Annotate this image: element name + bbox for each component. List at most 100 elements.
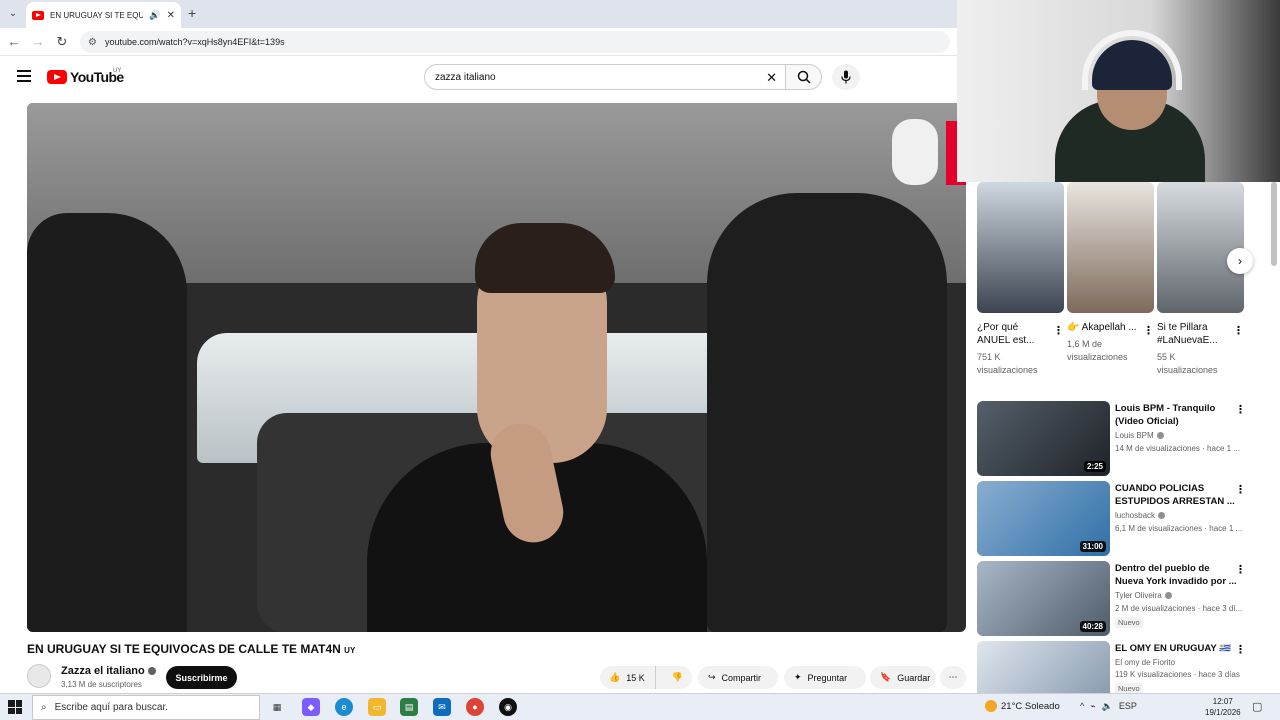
recommendation-item[interactable]: EL OMY EN URUGUAY 🇺🇾 El omy de Fiorito 1… — [977, 641, 1257, 693]
recommendation-thumbnail[interactable]: 31:00 — [977, 481, 1110, 556]
recommendation-thumbnail[interactable] — [977, 641, 1110, 693]
taskbar-clock[interactable]: 12:07 19/1/2026 — [1205, 696, 1241, 718]
like-button[interactable]: 👍 15 K — [600, 666, 657, 689]
save-button[interactable]: 🔖 Guardar — [870, 666, 936, 689]
new-tab-button[interactable]: + — [188, 5, 196, 21]
windows-start-icon[interactable] — [8, 700, 22, 714]
recommendation-title[interactable]: Dentro del pueblo de Nueva York invadido… — [1115, 562, 1237, 588]
short-thumbnail[interactable] — [1157, 182, 1244, 313]
recommendation-item[interactable]: 31:00 CUANDO POLICIAS ESTUPIDOS ARRESTAN… — [977, 481, 1257, 557]
site-info-icon[interactable]: ⚙ — [88, 37, 97, 48]
shorts-shelf: ¿Por qué ANUEL est... 751 K visualizacio… — [977, 182, 1267, 382]
dislike-button[interactable]: 👎 — [662, 672, 692, 683]
recommendation-thumbnail[interactable]: 40:28 — [977, 561, 1110, 636]
page-scrollbar[interactable] — [1271, 182, 1277, 266]
more-vert-icon[interactable]: ⋮ — [1235, 483, 1246, 496]
verified-icon — [1156, 432, 1164, 440]
subscribe-button[interactable]: Suscribirme — [166, 666, 237, 689]
chevron-up-icon[interactable]: ^ — [1080, 701, 1084, 712]
short-item[interactable]: Si te Pillara #LaNuevaE... 55 K visualiz… — [1157, 182, 1244, 377]
recommendation-item[interactable]: 40:28 Dentro del pueblo de Nueva York in… — [977, 561, 1257, 637]
new-badge: Nuevo — [1115, 617, 1143, 628]
store-icon[interactable]: ▤ — [400, 698, 418, 716]
verified-icon — [1164, 592, 1172, 600]
network-icon[interactable]: ⌁ — [1090, 701, 1095, 712]
recommendation-title[interactable]: CUANDO POLICIAS ESTUPIDOS ARRESTAN ... — [1115, 482, 1237, 508]
copilot-icon[interactable]: ◆ — [302, 698, 320, 716]
ask-label: Preguntar — [807, 672, 848, 683]
chrome-icon[interactable]: ● — [466, 698, 484, 716]
short-item[interactable]: ¿Por qué ANUEL est... 751 K visualizacio… — [977, 182, 1064, 377]
recommendation-channel[interactable]: Louis BPM — [1115, 431, 1164, 440]
notification-icon[interactable]: ▢ — [1252, 700, 1262, 713]
channel-text[interactable]: luchosback — [1115, 511, 1155, 520]
search-input[interactable] — [435, 71, 735, 83]
short-thumbnail[interactable] — [977, 182, 1064, 313]
volume-icon[interactable]: 🔈 — [1102, 701, 1113, 712]
clear-search-icon[interactable]: ✕ — [766, 70, 777, 86]
video-duration: 31:00 — [1079, 541, 1106, 552]
short-views: 1,6 M de visualizaciones — [1067, 339, 1128, 362]
youtube-play-icon — [47, 70, 67, 84]
channel-text[interactable]: Tyler Oliveira — [1115, 591, 1162, 600]
taskbar-search-placeholder: Escribe aquí para buscar. — [54, 702, 169, 713]
channel-name[interactable]: Zazza el italiano — [61, 665, 156, 677]
recommendation-channel[interactable]: luchosback — [1115, 511, 1166, 520]
reload-icon[interactable]: ↻ — [54, 34, 70, 50]
menu-icon[interactable] — [17, 70, 31, 82]
browser-tab[interactable]: EN URUGUAY SI TE EQUIVOC 🔊 ✕ — [26, 2, 181, 28]
clock-time: 12:07 — [1212, 697, 1233, 706]
bookmark-icon: 🔖 — [880, 672, 892, 682]
channel-avatar[interactable] — [27, 664, 51, 688]
recommendation-title[interactable]: Louis BPM - Tranquilo (Video Oficial) — [1115, 402, 1237, 428]
voice-search-button[interactable] — [832, 64, 860, 90]
video-player[interactable] — [27, 103, 966, 632]
obs-icon[interactable]: ◉ — [499, 698, 517, 716]
close-tab-icon[interactable]: ✕ — [167, 10, 175, 21]
recommendation-title[interactable]: EL OMY EN URUGUAY 🇺🇾 — [1115, 642, 1237, 655]
more-vert-icon[interactable]: ⋮ — [1053, 324, 1064, 337]
forward-arrow-icon[interactable]: → — [30, 34, 46, 49]
more-vert-icon[interactable]: ⋮ — [1235, 643, 1246, 656]
taskbar-search[interactable]: ⌕ Escribe aquí para buscar. — [32, 695, 260, 720]
recommendation-meta: 2 M de visualizaciones · hace 3 dí... — [1115, 604, 1243, 613]
task-view-icon[interactable]: ▦ — [268, 698, 286, 716]
weather-widget[interactable]: 21°C Soleado — [985, 700, 1060, 712]
recommendation-thumbnail[interactable]: 2:25 — [977, 401, 1110, 476]
save-label: Guardar — [897, 672, 931, 683]
channel-name-text[interactable]: Zazza el italiano — [61, 665, 145, 677]
channel-text[interactable]: Louis BPM — [1115, 431, 1154, 440]
short-title[interactable]: 👉 Akapellah ... — [1067, 321, 1137, 334]
short-title[interactable]: Si te Pillara #LaNuevaE... — [1157, 321, 1227, 347]
more-vert-icon[interactable]: ⋮ — [1235, 403, 1246, 416]
language-indicator[interactable]: ESP — [1119, 701, 1137, 712]
speaker-icon[interactable]: 🔊 — [149, 10, 160, 21]
recommendation-channel[interactable]: Tyler Oliveira — [1115, 591, 1172, 600]
system-tray[interactable]: ^ ⌁ 🔈 ESP — [1080, 701, 1137, 712]
more-vert-icon[interactable]: ⋮ — [1143, 324, 1154, 337]
short-item[interactable]: 👉 Akapellah ... 1,6 M de visualizaciones… — [1067, 182, 1154, 364]
recommendation-channel[interactable]: El omy de Fiorito — [1115, 658, 1175, 667]
search-box[interactable]: ✕ — [424, 64, 786, 90]
more-vert-icon[interactable]: ⋮ — [1235, 563, 1246, 576]
shorts-next-button[interactable]: › — [1227, 248, 1253, 274]
more-actions-button[interactable]: ⋯ — [940, 666, 966, 689]
address-bar[interactable]: ⚙ youtube.com/watch?v=xqHs8yn4EFI&t=139s — [80, 31, 950, 53]
windows-taskbar: ⌕ Escribe aquí para buscar. ▦ ◆ e ▭ ▤ ✉ … — [0, 693, 1280, 720]
short-views: 55 K visualizaciones — [1157, 352, 1218, 375]
file-explorer-icon[interactable]: ▭ — [368, 698, 386, 716]
search-button[interactable] — [785, 64, 822, 90]
recommendation-item[interactable]: 2:25 Louis BPM - Tranquilo (Video Oficia… — [977, 401, 1257, 477]
edge-icon[interactable]: e — [335, 698, 353, 716]
mail-icon[interactable]: ✉ — [433, 698, 451, 716]
tab-search-icon[interactable]: ⌄ — [4, 5, 22, 23]
back-arrow-icon[interactable]: ← — [6, 34, 22, 49]
weather-text: 21°C Soleado — [1001, 700, 1060, 712]
share-button[interactable]: ↪ Compartir — [698, 666, 778, 689]
more-vert-icon[interactable]: ⋮ — [1233, 324, 1244, 337]
video-title-text: EN URUGUAY SI TE EQUIVOCAS DE CALLE TE M… — [27, 642, 341, 656]
ask-button[interactable]: ✦ Preguntar — [784, 666, 866, 689]
short-thumbnail[interactable] — [1067, 182, 1154, 313]
short-title[interactable]: ¿Por qué ANUEL est... — [977, 321, 1047, 347]
thumbs-up-icon: 👍 — [609, 672, 621, 682]
